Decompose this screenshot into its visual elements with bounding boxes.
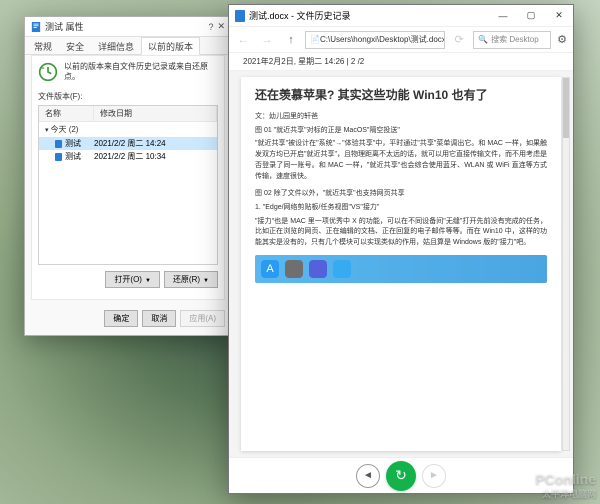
close-button[interactable]: ✕	[545, 5, 573, 27]
search-input[interactable]: 🔍搜索 Desktop	[473, 31, 551, 49]
doc-paragraph: "就近共享"被设计在"系统"→"体验共享"中，平时通过"共享"菜单调出它。和 M…	[255, 139, 547, 182]
properties-titlebar[interactable]: 测试 属性 ? ✕	[25, 17, 231, 37]
dock-app-icon: A	[261, 260, 279, 278]
watermark: PConline 太平洋电脑网	[535, 471, 596, 500]
refresh-button: ⟳	[449, 31, 469, 49]
version-list[interactable]: 名称 修改日期 今天 (2) 测试 2021/2/2 周二 14:24 测试 2…	[38, 105, 218, 265]
fh-navigation: ◄ ↻ ►	[229, 457, 573, 493]
cancel-button[interactable]: 取消	[142, 310, 176, 327]
minimize-button[interactable]: —	[489, 5, 517, 27]
forward-button: →	[257, 31, 277, 49]
tab-previous-versions[interactable]: 以前的版本	[141, 37, 200, 55]
properties-dialog: 测试 属性 ? ✕ 常规 安全 详细信息 以前的版本 以前的版本来自文件历史记录…	[24, 16, 232, 336]
list-header: 名称 修改日期	[39, 106, 217, 122]
doc-icon	[55, 140, 62, 148]
close-icon[interactable]: ✕	[217, 21, 225, 32]
doc-list-item: 1. "Edge/网络剪贴板/任务视图"VS"接力"	[255, 203, 547, 214]
doc-image: A	[255, 255, 547, 283]
version-list-label: 文件版本(F):	[38, 91, 218, 102]
ok-button[interactable]: 确定	[104, 310, 138, 327]
version-row[interactable]: 测试 2021/2/2 周二 10:34	[39, 150, 217, 163]
dock-app-icon	[309, 260, 327, 278]
doc-icon	[31, 22, 41, 32]
chevron-down-icon: ▼	[203, 278, 209, 284]
vertical-scrollbar[interactable]	[562, 77, 570, 451]
col-name[interactable]: 名称	[39, 106, 94, 121]
help-icon[interactable]: ?	[208, 22, 213, 32]
doc-icon	[55, 153, 62, 161]
version-meta: 2021年2月2日, 星期二 14:26 | 2 /2	[229, 53, 573, 71]
prev-version-button[interactable]: ◄	[356, 464, 380, 488]
open-button[interactable]: 打开(O)▼	[105, 271, 160, 288]
properties-title: 测试 属性	[45, 20, 208, 33]
properties-body: 以前的版本来自文件历史记录或来自还原点。 文件版本(F): 名称 修改日期 今天…	[31, 55, 225, 300]
settings-button[interactable]: ⚙	[555, 33, 569, 46]
file-history-window: 测试.docx - 文件历史记录 — ▢ ✕ ← → ↑ 📄 C:\Users\…	[228, 4, 574, 494]
back-button: ←	[233, 31, 253, 49]
dock-app-icon	[285, 260, 303, 278]
doc-caption: 图 02 除了文件以外，"就近共享"也支持网页共享	[255, 189, 547, 200]
search-icon: 🔍	[478, 35, 488, 44]
maximize-button[interactable]: ▢	[517, 5, 545, 27]
dock-app-icon	[333, 260, 351, 278]
restore-version-button[interactable]: ↻	[386, 461, 416, 491]
document-page: 还在羡慕苹果? 其实这些功能 Win10 也有了 文：幼儿园里的轩爸 图 01 …	[241, 77, 561, 451]
fh-toolbar: ← → ↑ 📄 C:\Users\hongxi\Desktop\测试.docx …	[229, 27, 573, 53]
doc-author: 文：幼儿园里的轩爸	[255, 112, 547, 123]
chevron-down-icon: ▼	[145, 278, 151, 284]
doc-icon	[235, 10, 245, 22]
next-version-button[interactable]: ►	[422, 464, 446, 488]
document-preview: 还在羡慕苹果? 其实这些功能 Win10 也有了 文：幼儿园里的轩爸 图 01 …	[229, 71, 573, 457]
col-date[interactable]: 修改日期	[94, 106, 217, 121]
version-row[interactable]: 测试 2021/2/2 周二 14:24	[39, 137, 217, 150]
restore-button[interactable]: 还原(R)▼	[164, 271, 218, 288]
properties-tabs: 常规 安全 详细信息 以前的版本	[25, 37, 231, 55]
doc-caption: 图 01 "就近共享"对标的正是 MacOS"隔空投送"	[255, 126, 547, 137]
doc-heading: 还在羡慕苹果? 其实这些功能 Win10 也有了	[255, 87, 547, 104]
up-button[interactable]: ↑	[281, 31, 301, 49]
scrollbar-thumb[interactable]	[563, 78, 569, 138]
tab-details[interactable]: 详细信息	[91, 37, 141, 54]
apply-button: 应用(A)	[180, 310, 225, 327]
fh-title: 测试.docx - 文件历史记录	[249, 9, 489, 22]
tab-security[interactable]: 安全	[59, 37, 91, 54]
path-bar[interactable]: 📄 C:\Users\hongxi\Desktop\测试.docx	[305, 31, 445, 49]
doc-paragraph: "接力"也是 MAC 里一项优秀中 X 的功能，可以在不同设备间"无缝"打开先前…	[255, 217, 547, 250]
backup-icon	[38, 62, 58, 82]
fh-titlebar[interactable]: 测试.docx - 文件历史记录 — ▢ ✕	[229, 5, 573, 27]
restore-hint: 以前的版本来自文件历史记录或来自还原点。	[64, 62, 218, 83]
tab-general[interactable]: 常规	[27, 37, 59, 54]
group-today[interactable]: 今天 (2)	[39, 122, 217, 137]
